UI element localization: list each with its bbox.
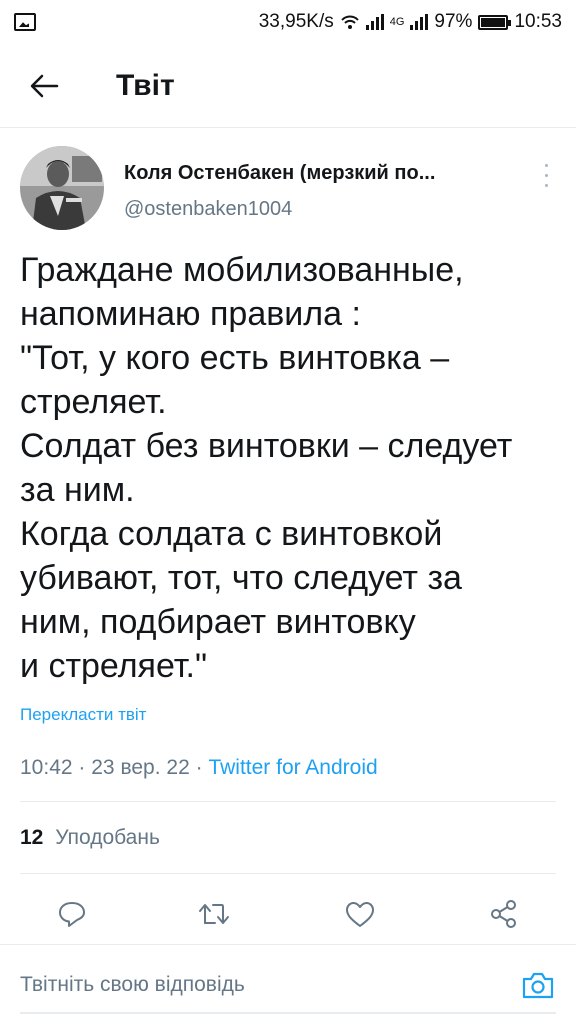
back-button[interactable] <box>14 56 74 116</box>
gallery-notification-icon <box>14 13 36 31</box>
signal-icon-2 <box>410 14 429 30</box>
wifi-icon <box>341 15 359 29</box>
reply-button[interactable] <box>44 886 100 942</box>
author-names: Коля Остенбакен (мерзкий по... @ostenbak… <box>124 146 504 221</box>
tweet-text-line: за ним. <box>20 471 135 509</box>
status-bar-right: 33,95K/s 4G 97% 10:53 <box>259 11 562 33</box>
meta-separator: · <box>78 756 86 779</box>
likes-count: 12 <box>20 826 44 849</box>
tweet-date: 23 вер. 22 <box>91 756 190 779</box>
top-app-bar: Твіт <box>0 44 576 128</box>
likes-count-row[interactable]: 12 Уподобань <box>20 826 160 850</box>
tweet-text: Граждане мобилизованные, напоминаю прави… <box>20 248 560 688</box>
more-options-button[interactable] <box>536 160 556 190</box>
avatar-photo <box>20 146 104 230</box>
avatar[interactable] <box>20 146 104 230</box>
tweet-text-line: напоминаю правила : <box>20 295 361 333</box>
like-button[interactable] <box>332 886 388 942</box>
network-type: 4G <box>389 16 405 28</box>
tweet-text-line: ним, подбирает винтовку <box>20 603 416 641</box>
share-button[interactable] <box>476 886 532 942</box>
divider <box>20 873 556 874</box>
author-handle[interactable]: @ostenbaken1004 <box>124 198 504 221</box>
tweet-text-line: убивают, тот, что следует за <box>20 559 462 597</box>
retweet-button[interactable] <box>186 886 242 942</box>
network-speed: 33,95K/s <box>258 11 334 32</box>
retweet-icon <box>199 904 229 924</box>
like-icon <box>346 902 374 927</box>
more-dot <box>544 163 548 167</box>
tweet-text-line: "Тот, у кого есть винтовка – <box>20 339 450 377</box>
signal-icon <box>365 14 384 30</box>
reply-icon <box>59 902 85 927</box>
page-title: Твіт <box>116 68 175 102</box>
status-bar: 33,95K/s 4G 97% 10:53 <box>0 0 576 44</box>
camera-button[interactable] <box>516 963 560 1007</box>
tweet-text-line: Граждане мобилизованные, <box>20 251 464 289</box>
tweet-meta: 10:42 · 23 вер. 22 · Twitter for Android <box>20 756 378 780</box>
battery-icon <box>478 14 512 30</box>
tweet-time: 10:42 <box>20 756 73 779</box>
tweet-source-link[interactable]: Twitter for Android <box>208 756 377 779</box>
more-dot <box>544 173 548 177</box>
tweet-text-line: Когда солдата с винтовкой <box>20 515 443 553</box>
share-icon <box>491 900 516 928</box>
tweet-author-row: Коля Остенбакен (мерзкий по... @ostenbak… <box>20 146 560 236</box>
translate-tweet-link[interactable]: Перекласти твіт <box>20 705 146 725</box>
reply-input[interactable]: Твітніть свою відповідь <box>20 973 245 997</box>
meta-separator: · <box>195 756 203 779</box>
likes-label: Уподобань <box>55 826 160 849</box>
tweet-text-line: стреляет. <box>20 383 167 421</box>
bottom-divider <box>20 1012 556 1014</box>
status-time: 10:53 <box>514 11 562 32</box>
tweet-text-line: Солдат без винтовки – следует <box>20 427 513 465</box>
more-dot <box>544 183 548 187</box>
battery-percent: 97% <box>434 11 473 32</box>
author-display-name[interactable]: Коля Остенбакен (мерзкий по... <box>124 162 504 185</box>
camera-icon <box>522 972 554 999</box>
tweet-text-line: и стреляет." <box>20 647 208 685</box>
divider <box>20 801 556 802</box>
arrow-left-icon <box>30 74 59 97</box>
tweet-action-bar <box>0 886 576 942</box>
